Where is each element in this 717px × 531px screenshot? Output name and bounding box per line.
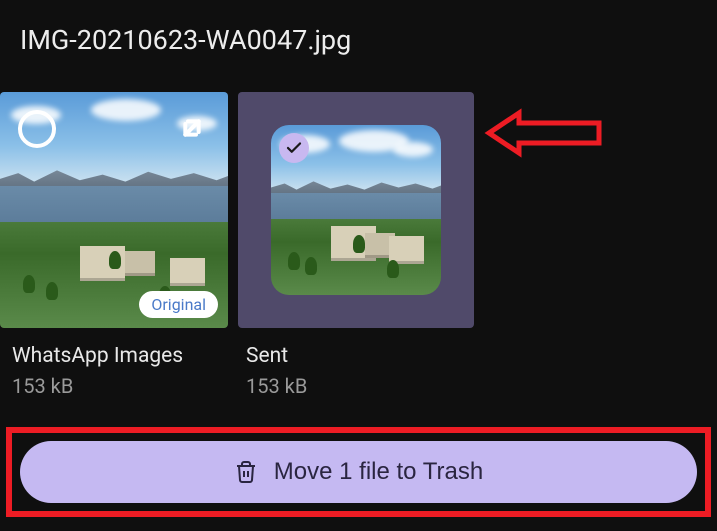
trash-button-label: Move 1 file to Trash	[274, 458, 483, 486]
thumbnail-label: WhatsApp Images	[0, 344, 228, 368]
annotation-highlight-box: Move 1 file to Trash	[6, 427, 711, 517]
thumbnail-image-original[interactable]: Original	[0, 92, 228, 328]
thumbnail-size: 153 kB	[238, 374, 474, 398]
thumbnail-label: Sent	[238, 344, 474, 368]
thumbnail-row: Original WhatsApp Images 153 kB	[0, 92, 717, 398]
select-circle-icon[interactable]	[18, 110, 56, 148]
annotation-arrow	[484, 108, 604, 158]
original-badge: Original	[139, 291, 218, 318]
thumbnail-item-sent[interactable]: Sent 153 kB	[238, 92, 474, 398]
thumbnail-item-original[interactable]: Original WhatsApp Images 153 kB	[0, 92, 228, 398]
page-title: IMG-20210623-WA0047.jpg	[0, 0, 717, 56]
check-icon	[279, 133, 309, 163]
expand-icon[interactable]	[176, 112, 208, 144]
thumbnail-image-sent-selected[interactable]	[238, 92, 474, 328]
trash-icon	[234, 460, 258, 484]
thumbnail-size: 153 kB	[0, 374, 228, 398]
move-to-trash-button[interactable]: Move 1 file to Trash	[20, 441, 697, 503]
